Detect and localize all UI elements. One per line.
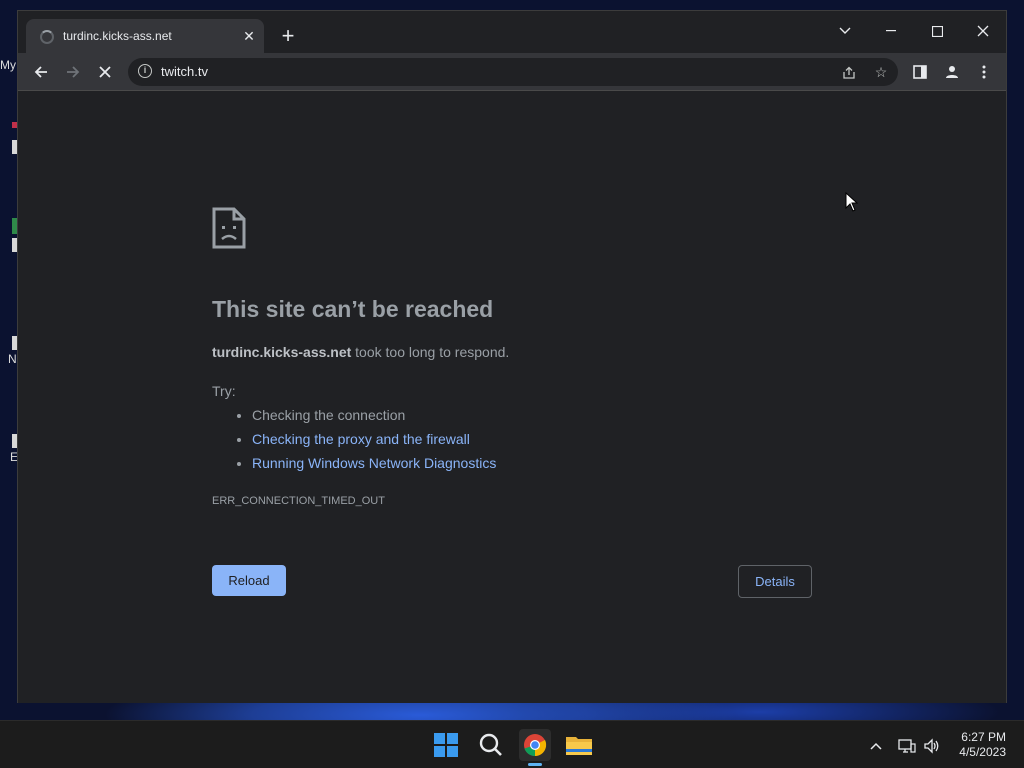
- error-host: turdinc.kicks-ass.net: [212, 344, 352, 360]
- side-panel-icon[interactable]: [907, 59, 933, 85]
- suggestion-text: Checking the connection: [252, 407, 406, 423]
- error-code: ERR_CONNECTION_TIMED_OUT: [212, 495, 385, 507]
- minimize-button[interactable]: [868, 15, 914, 45]
- back-button[interactable]: [28, 59, 54, 85]
- details-button[interactable]: Details: [738, 565, 812, 598]
- loading-spinner-icon: [40, 30, 54, 44]
- maximize-button[interactable]: [914, 15, 960, 45]
- new-tab-button[interactable]: +: [276, 25, 300, 49]
- error-message-text: took too long to respond.: [351, 344, 510, 360]
- close-window-button[interactable]: [960, 15, 1006, 45]
- tab-close-icon[interactable]: ✕: [240, 27, 258, 45]
- address-bar-url[interactable]: twitch.tv: [161, 64, 208, 79]
- network-diagnostics-link[interactable]: Running Windows Network Diagnostics: [252, 455, 496, 471]
- try-label: Try:: [212, 383, 236, 399]
- suggestion-list: Checking the connection Checking the pro…: [232, 407, 496, 479]
- stop-loading-button[interactable]: [92, 59, 118, 85]
- title-bar: turdinc.kicks-ass.net ✕ +: [18, 11, 1006, 53]
- tab-search-chevron-down-icon[interactable]: [822, 15, 868, 45]
- clock-date: 4/5/2023: [959, 745, 1006, 759]
- list-item: Checking the connection: [252, 407, 496, 431]
- list-item: Checking the proxy and the firewall: [252, 431, 496, 455]
- search-icon[interactable]: [475, 729, 507, 761]
- reload-button[interactable]: Reload: [212, 565, 286, 596]
- proxy-firewall-link[interactable]: Checking the proxy and the firewall: [252, 431, 470, 447]
- browser-window: turdinc.kicks-ass.net ✕ + i twitch.tv ☆ …: [17, 10, 1007, 703]
- tab-active[interactable]: turdinc.kicks-ass.net ✕: [26, 19, 264, 53]
- more-menu-icon[interactable]: [971, 59, 997, 85]
- tab-title: turdinc.kicks-ass.net: [63, 29, 172, 43]
- system-clock[interactable]: 6:27 PM 4/5/2023: [959, 730, 1006, 760]
- taskbar: 6:27 PM 4/5/2023: [0, 720, 1024, 768]
- error-page: This site can’t be reached turdinc.kicks…: [18, 91, 1006, 703]
- profile-avatar-icon[interactable]: [939, 59, 965, 85]
- network-icon[interactable]: [897, 735, 917, 755]
- active-app-indicator: [528, 763, 542, 766]
- sad-document-icon: [212, 207, 246, 254]
- clock-time: 6:27 PM: [961, 730, 1006, 744]
- file-explorer-folder-icon[interactable]: [563, 729, 595, 761]
- mouse-cursor-icon: [845, 191, 859, 217]
- start-windows-icon[interactable]: [430, 729, 462, 761]
- list-item: Running Windows Network Diagnostics: [252, 455, 496, 479]
- share-icon[interactable]: [838, 61, 860, 83]
- desktop-icon-label[interactable]: My: [0, 58, 18, 72]
- show-hidden-icons-chevron-up-icon[interactable]: [866, 735, 886, 755]
- browser-toolbar: i twitch.tv ☆: [18, 53, 1006, 91]
- volume-speaker-icon[interactable]: [922, 735, 942, 755]
- error-message: turdinc.kicks-ass.net took too long to r…: [212, 344, 509, 360]
- forward-button[interactable]: [60, 59, 86, 85]
- site-info-icon[interactable]: i: [138, 64, 152, 78]
- chrome-taskbar-icon[interactable]: [519, 729, 551, 766]
- bookmark-star-icon[interactable]: ☆: [870, 61, 892, 83]
- address-bar[interactable]: i twitch.tv ☆: [128, 58, 898, 86]
- error-title: This site can’t be reached: [212, 296, 494, 322]
